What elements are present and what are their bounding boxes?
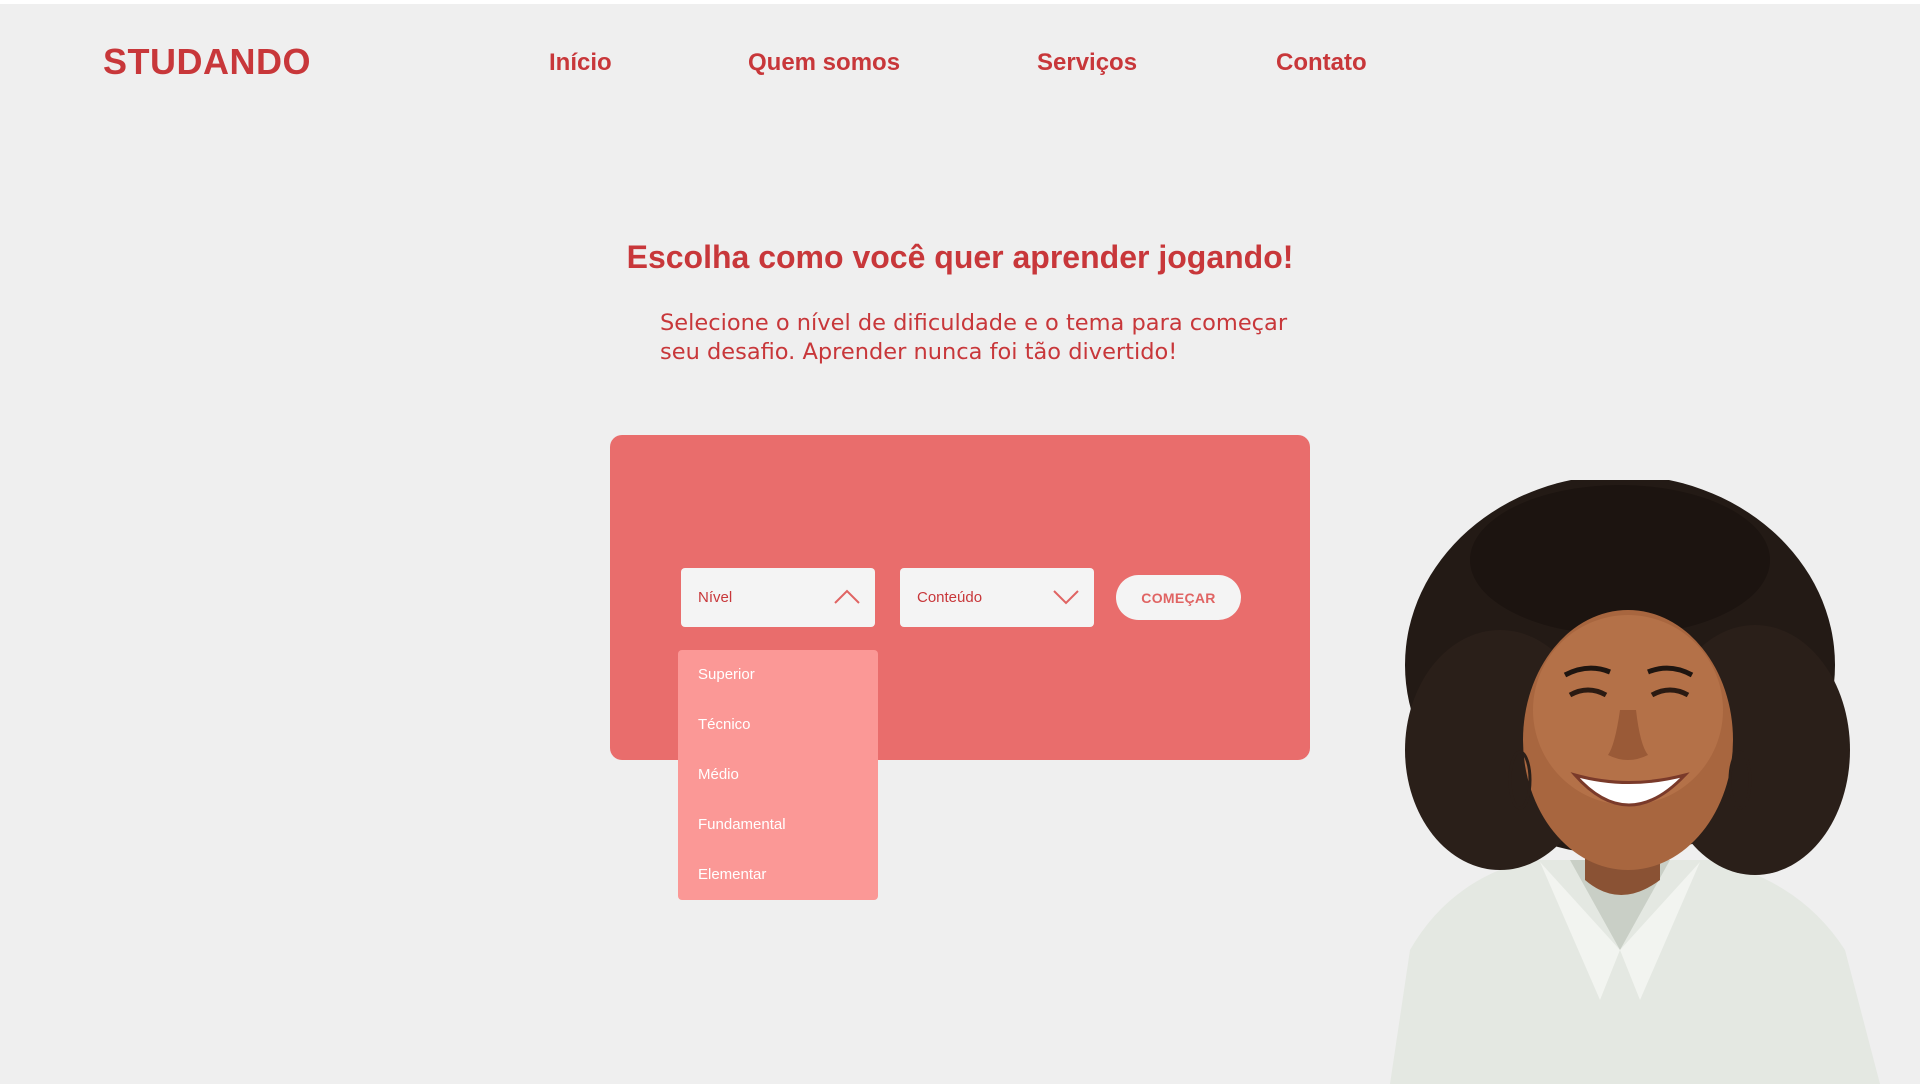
level-option-superior[interactable]: Superior [698,666,755,684]
start-button[interactable]: COMEÇAR [1116,575,1241,620]
level-option-tecnico[interactable]: Técnico [698,716,751,734]
nav-item-contato[interactable]: Contato [1276,48,1367,78]
subtext-line-2: seu desafio. Aprender nunca foi tão dive… [660,339,1178,365]
top-strip [0,0,1920,4]
page-subtext: Selecione o nível de dificuldade e o tem… [660,309,1340,367]
nav-item-quem-somos[interactable]: Quem somos [748,48,900,78]
level-select-label: Nível [698,589,733,606]
nav-item-inicio[interactable]: Início [549,48,612,78]
level-dropdown-menu: Superior Técnico Médio Fundamental Eleme… [678,650,878,900]
smiling-woman-photo [1390,480,1880,1084]
brand-logo[interactable]: STUDANDO [103,40,311,84]
level-option-elementar[interactable]: Elementar [698,866,766,884]
content-select[interactable]: Conteúdo [900,568,1094,627]
level-option-medio[interactable]: Médio [698,766,739,784]
subtext-line-1: Selecione o nível de dificuldade e o tem… [660,310,1288,336]
chevron-up-icon [834,589,860,604]
page-headline: Escolha como você quer aprender jogando! [626,239,1294,275]
nav-item-servicos[interactable]: Serviços [1037,48,1137,78]
chevron-down-icon [1053,590,1079,605]
content-select-label: Conteúdo [917,589,983,606]
level-select[interactable]: Nível [681,568,875,627]
level-option-fundamental[interactable]: Fundamental [698,816,786,834]
